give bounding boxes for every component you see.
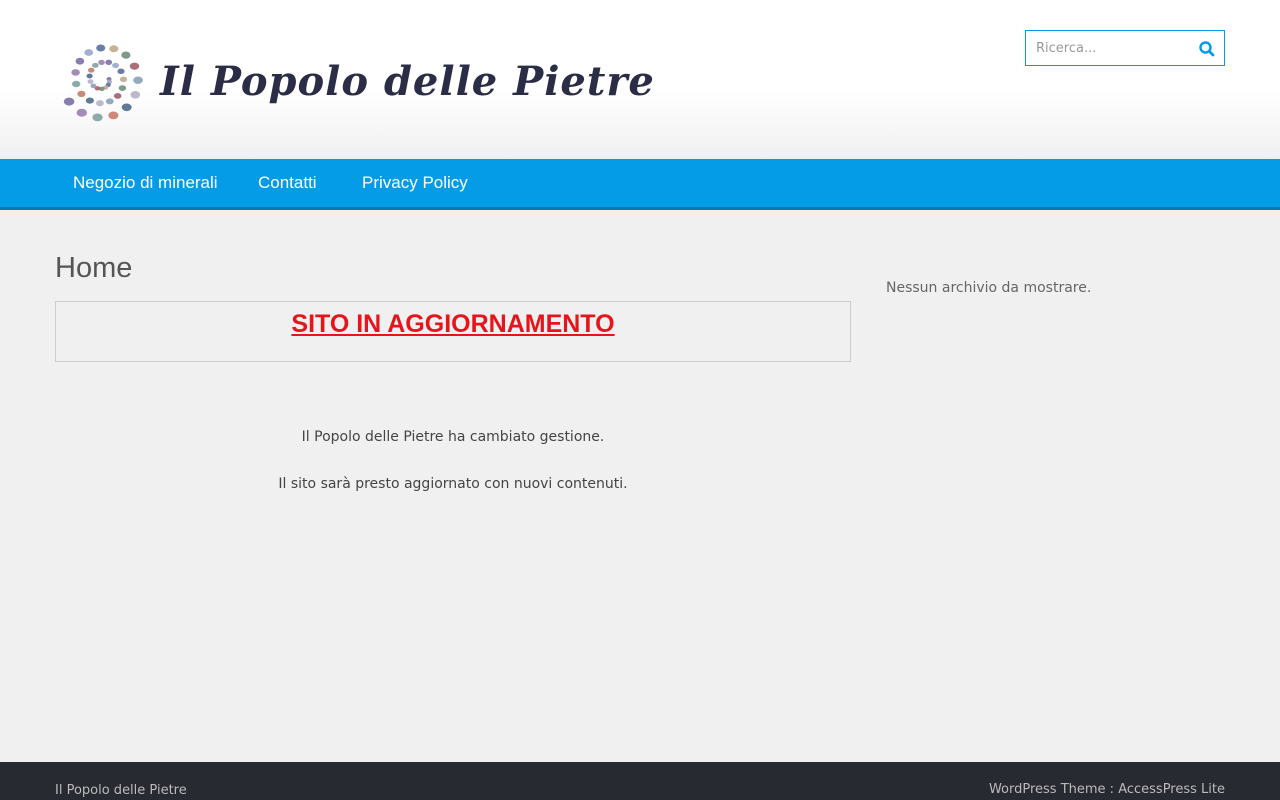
stone-spiral-logo-icon [63, 44, 143, 122]
logo-stone [109, 45, 119, 53]
logo-stone [72, 80, 81, 88]
theme-credit-link[interactable]: AccessPress Lite [1118, 782, 1225, 797]
search-input[interactable] [1026, 31, 1188, 65]
nav-item-negozio[interactable]: Negozio di minerali [73, 173, 218, 193]
page-title: Home [55, 252, 133, 284]
logo-stone [85, 97, 94, 104]
content-paragraph: Il sito sarà presto aggiornato con nuovi… [278, 476, 628, 492]
site-footer: Il Popolo delle Pietre WordPress Theme :… [0, 762, 1280, 800]
logo-stone [90, 83, 97, 89]
logo-stone [77, 90, 86, 98]
nav-item-privacy-policy[interactable]: Privacy Policy [362, 173, 468, 193]
footer-credit-prefix: WordPress Theme : [988, 782, 1119, 797]
logo-stone [121, 51, 131, 59]
site-header: Il Popolo delle Pietre [0, 0, 1280, 159]
logo-stone [129, 62, 140, 70]
logo-stone [133, 76, 143, 84]
logo-stone [98, 59, 105, 65]
logo-stone [71, 69, 80, 76]
search-form [1025, 30, 1225, 66]
footer-credit: WordPress Theme : AccessPress Lite [989, 782, 1225, 797]
logo-stone [130, 91, 141, 99]
logo-stone [86, 73, 93, 79]
logo-stone [96, 44, 106, 52]
update-notice-text: SITO IN AGGIORNAMENTO [291, 310, 615, 338]
update-notice-box: SITO IN AGGIORNAMENTO [55, 301, 851, 362]
logo-stone [113, 93, 122, 99]
nav-item-contatti[interactable]: Contatti [258, 173, 317, 193]
logo-stone [76, 108, 87, 117]
logo-stone [84, 49, 94, 56]
logo-stone [88, 67, 95, 73]
logo-stone [105, 98, 114, 105]
logo-stone [96, 100, 104, 107]
logo-stone [108, 111, 119, 120]
site-logo-link[interactable]: Il Popolo delle Pietre [60, 36, 654, 124]
footer-site-name: Il Popolo delle Pietre [55, 783, 187, 798]
archive-empty-text: Nessun archivio da mostrare. [886, 280, 1092, 296]
logo-stone [119, 76, 128, 83]
logo-stone [92, 113, 103, 122]
logo-stone [63, 97, 75, 106]
main-navigation: Negozio di minerali Contatti Privacy Pol… [0, 159, 1280, 210]
logo-stone [118, 85, 127, 91]
search-button[interactable] [1196, 38, 1218, 60]
logo-stone [121, 103, 132, 112]
logo-stone [92, 62, 99, 68]
content-paragraph: Il Popolo delle Pietre ha cambiato gesti… [301, 429, 605, 445]
logo-stone [105, 59, 113, 65]
logo-stone [117, 68, 125, 75]
logo-stone [112, 62, 120, 69]
logo-stone [87, 79, 94, 84]
site-title: Il Popolo delle Pietre [160, 58, 655, 105]
search-icon [1199, 41, 1215, 57]
logo-stone [75, 57, 85, 65]
